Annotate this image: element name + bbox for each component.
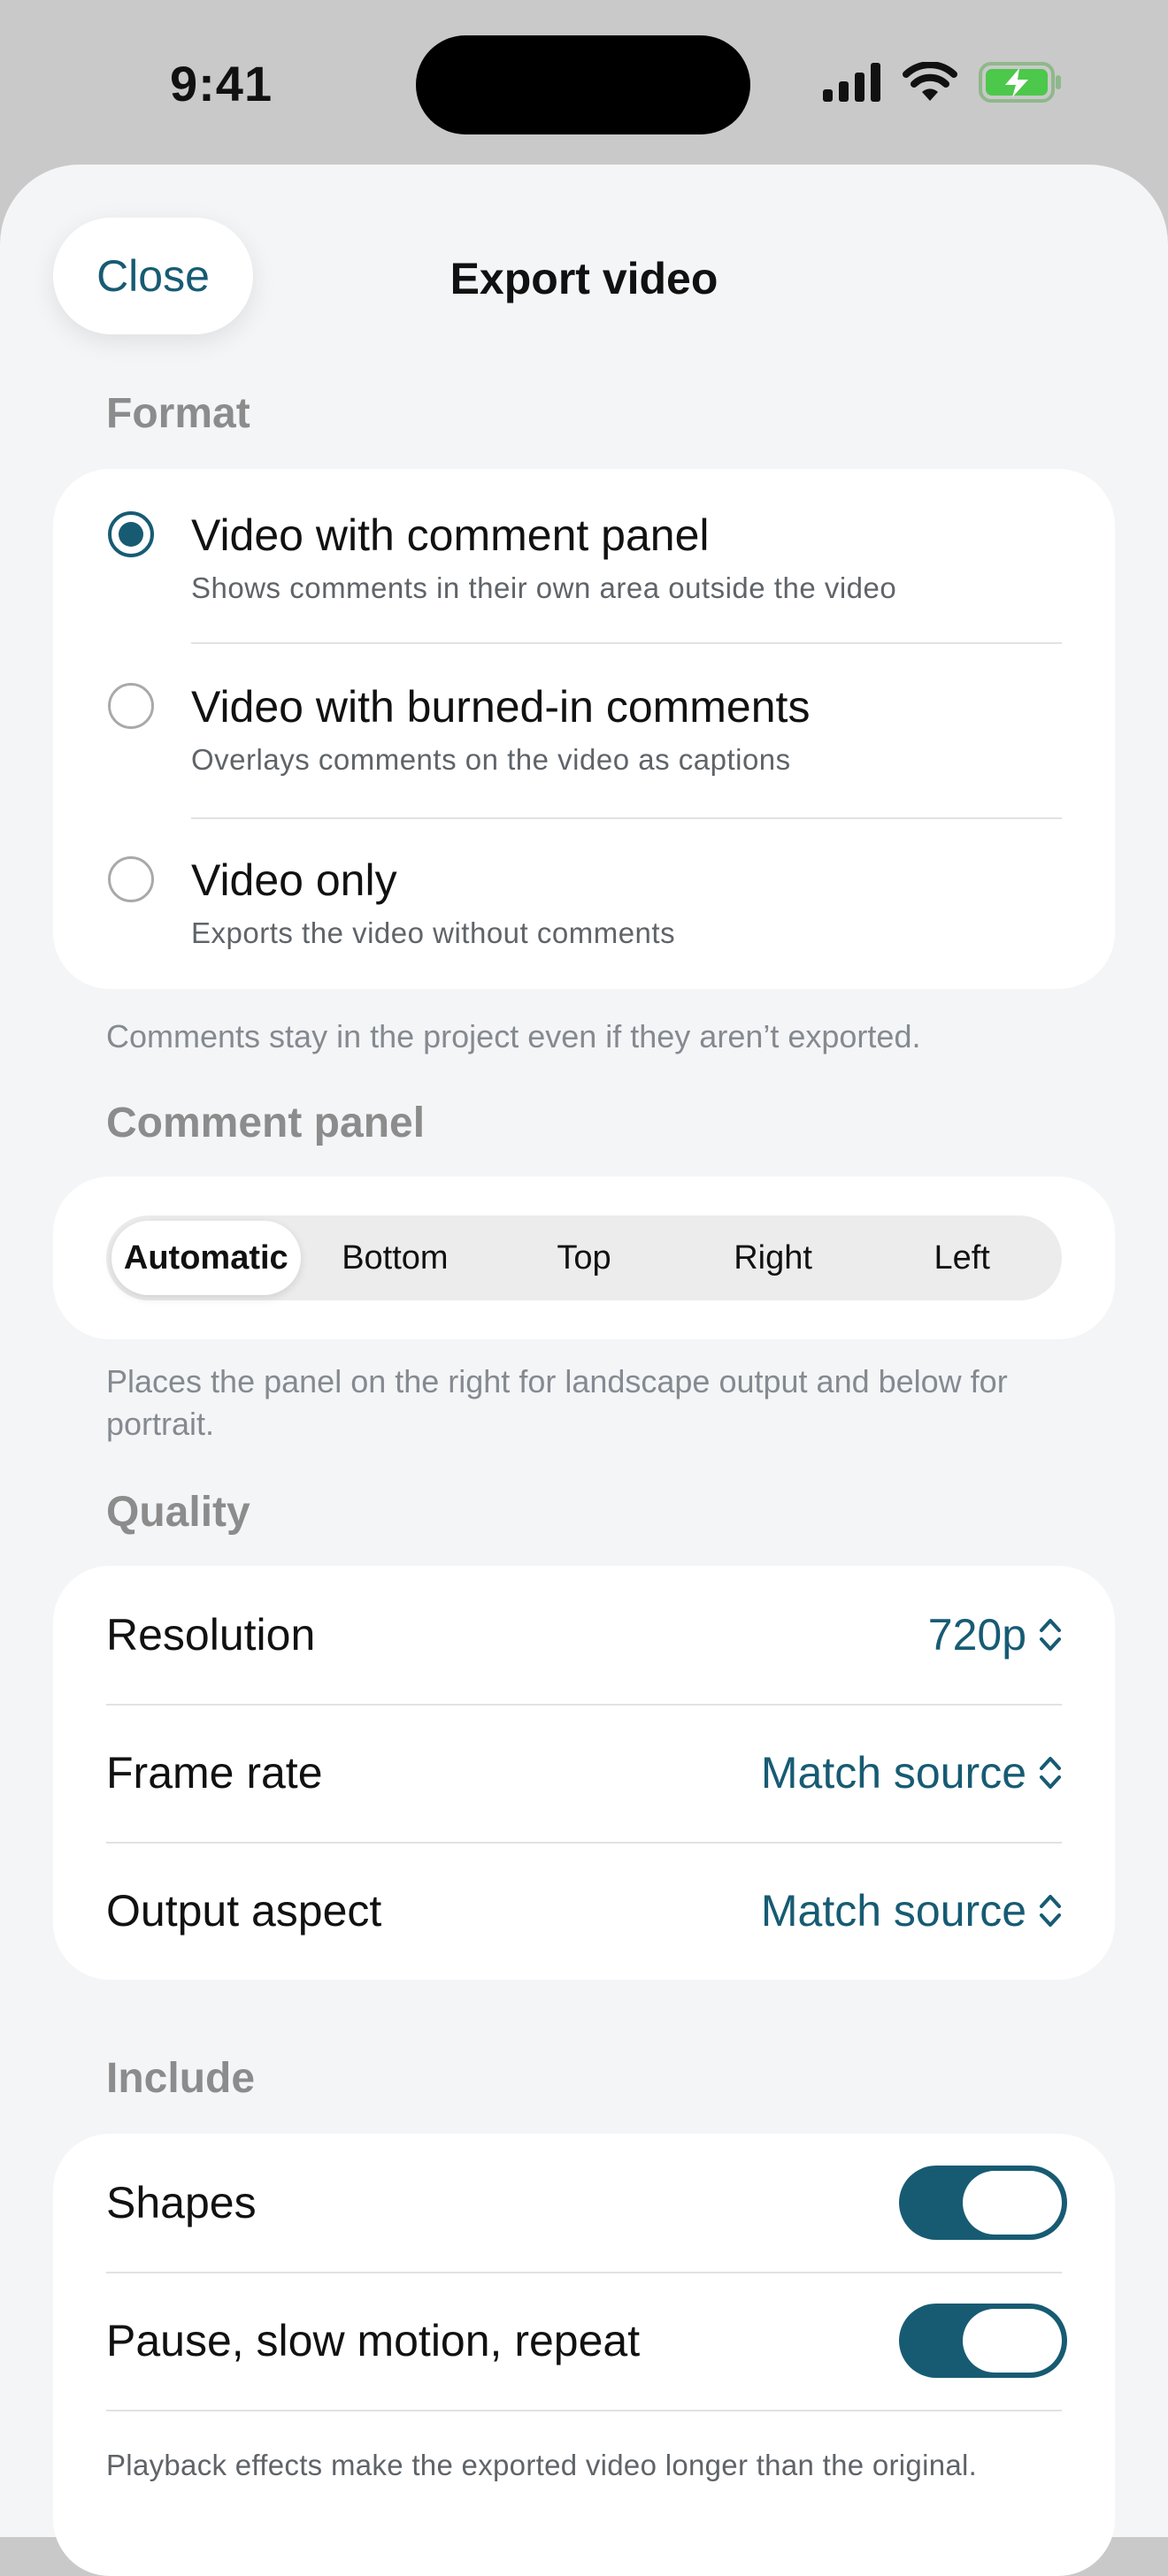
- output-aspect-row[interactable]: Output aspect Match source: [53, 1842, 1115, 1980]
- output-aspect-picker[interactable]: Match source: [761, 1885, 1062, 1936]
- toggle-knob: [963, 2171, 1062, 2235]
- comment-panel-segmented-control: Automatic Bottom Top Right Left: [106, 1215, 1062, 1300]
- include-card: Shapes Pause, slow motion, repeat Playba…: [53, 2134, 1115, 2576]
- setting-value: 720p: [927, 1610, 1026, 1660]
- shapes-row: Shapes: [53, 2134, 1115, 2272]
- setting-value: Match source: [760, 1748, 1026, 1798]
- format-card: Video with comment panel Shows comments …: [53, 469, 1115, 989]
- option-subtitle: Exports the video without comments: [191, 916, 676, 949]
- format-option-comment-panel[interactable]: Video with comment panel Shows comments …: [53, 469, 1115, 642]
- option-title: Video with comment panel: [191, 510, 710, 560]
- setting-label: Resolution: [106, 1610, 316, 1660]
- playback-effects-row: Pause, slow motion, repeat: [53, 2272, 1115, 2410]
- sheet-title: Export video: [450, 254, 718, 303]
- chevron-up-down-icon: [1040, 1757, 1061, 1789]
- comment-panel-footnote: Places the panel on the right for landsc…: [106, 1363, 1008, 1442]
- comment-panel-card: Automatic Bottom Top Right Left: [53, 1177, 1115, 1339]
- toggle-knob: [963, 2309, 1062, 2373]
- segment-right[interactable]: Right: [679, 1221, 868, 1295]
- comment-panel-section-label: Comment panel: [106, 1100, 426, 1146]
- format-section-label: Format: [106, 390, 250, 437]
- frame-rate-row[interactable]: Frame rate Match source: [53, 1704, 1115, 1842]
- cellular-signal-icon: [823, 62, 881, 106]
- wifi-icon: [903, 60, 957, 107]
- export-sheet: Close Export video Format Video with com…: [0, 165, 1168, 2576]
- format-option-burned-in[interactable]: Video with burned-in comments Overlays c…: [53, 644, 1115, 817]
- chevron-up-down-icon: [1040, 1619, 1061, 1651]
- option-subtitle: Overlays comments on the video as captio…: [191, 743, 791, 776]
- setting-value: Match source: [760, 1886, 1026, 1936]
- setting-label: Frame rate: [106, 1748, 323, 1798]
- segment-automatic[interactable]: Automatic: [111, 1221, 301, 1295]
- setting-label: Pause, slow motion, repeat: [106, 2316, 641, 2365]
- frame-rate-picker[interactable]: Match source: [761, 1747, 1062, 1798]
- option-title: Video with burned-in comments: [191, 682, 811, 732]
- status-time: 9:41: [170, 56, 273, 111]
- shapes-toggle[interactable]: [899, 2166, 1067, 2240]
- radio-selected-icon[interactable]: [108, 511, 154, 557]
- battery-charging-icon: [979, 61, 1064, 108]
- setting-label: Output aspect: [106, 1886, 382, 1936]
- status-icons: [823, 60, 1064, 108]
- playback-effects-toggle[interactable]: [899, 2304, 1067, 2378]
- include-note: Playback effects make the exported video…: [106, 2449, 978, 2481]
- radio-unselected-icon[interactable]: [108, 683, 154, 729]
- format-footnote: Comments stay in the project even if the…: [106, 1018, 921, 1054]
- option-subtitle: Shows comments in their own area outside…: [191, 571, 897, 604]
- dynamic-island: [416, 35, 750, 134]
- chevron-up-down-icon: [1040, 1895, 1061, 1927]
- option-title: Video only: [191, 855, 397, 905]
- format-option-video-only[interactable]: Video only Exports the video without com…: [53, 819, 1115, 993]
- status-bar: 9:41: [0, 0, 1168, 165]
- setting-label: Shapes: [106, 2178, 257, 2227]
- radio-unselected-icon[interactable]: [108, 856, 154, 902]
- resolution-picker[interactable]: 720p: [928, 1609, 1062, 1660]
- include-section-label: Include: [106, 2055, 256, 2102]
- segment-bottom[interactable]: Bottom: [301, 1221, 490, 1295]
- divider: [106, 2410, 1062, 2411]
- quality-section-label: Quality: [106, 1489, 250, 1536]
- segment-top[interactable]: Top: [489, 1221, 679, 1295]
- quality-card: Resolution 720p Frame rate Match source …: [53, 1566, 1115, 1980]
- resolution-row[interactable]: Resolution 720p: [53, 1566, 1115, 1704]
- segment-left[interactable]: Left: [867, 1221, 1057, 1295]
